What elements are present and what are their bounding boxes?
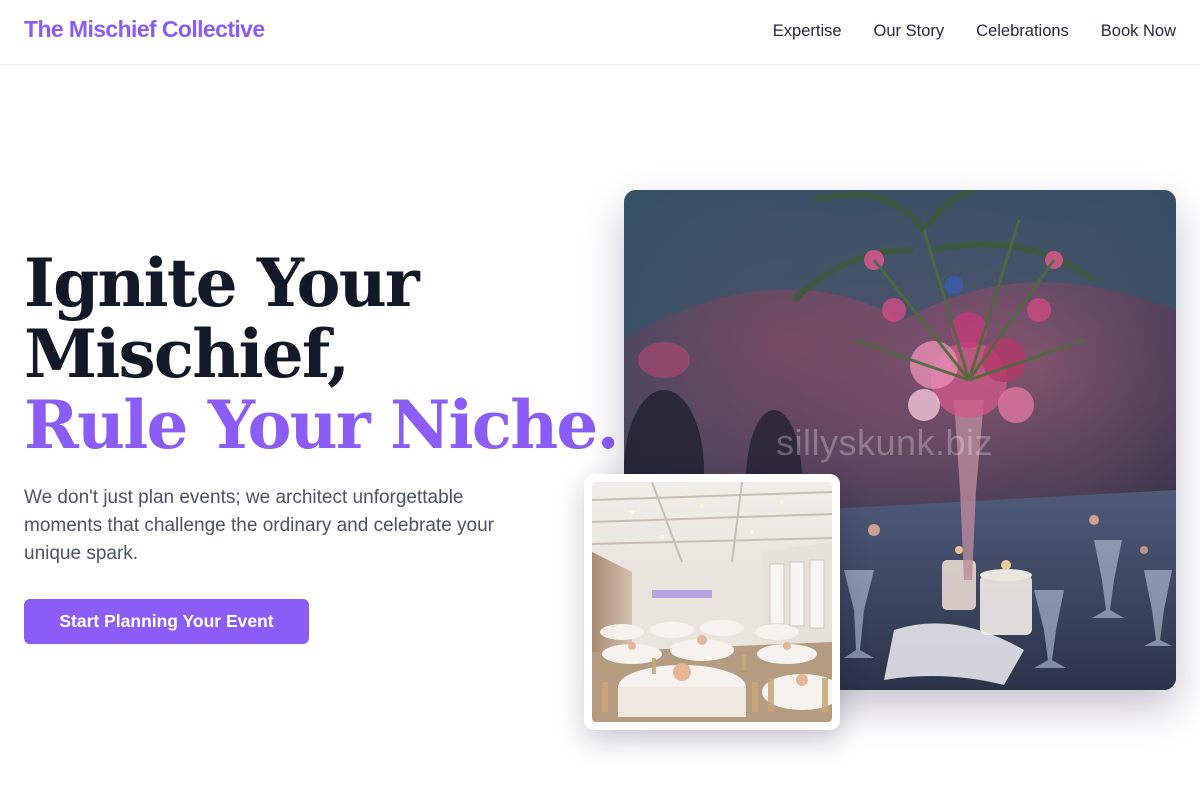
banquet-hall-photo [592,482,832,722]
nav-links: Expertise Our Story Celebrations Book No… [773,22,1176,41]
headline-line-1: Ignite Your [24,244,420,322]
headline-accent: Rule Your Niche. [24,386,620,464]
nav-link-our-story[interactable]: Our Story [874,22,945,41]
hero-headline: Ignite Your Mischief, Rule Your Niche. [24,244,620,464]
start-planning-button[interactable]: Start Planning Your Event [24,599,309,644]
nav-link-book-now[interactable]: Book Now [1101,22,1176,41]
nav-link-celebrations[interactable]: Celebrations [976,22,1069,41]
banquet-hall-card [584,474,840,730]
nav-link-expertise[interactable]: Expertise [773,22,842,41]
brand-logo[interactable]: The Mischief Collective [24,16,265,43]
hero-lead-text: We don't just plan events; we architect … [24,487,494,564]
image-watermark: sillyskunk.biz [776,422,994,463]
headline-line-2: Mischief, [24,315,350,393]
banquet-hall-illustration [592,482,832,722]
top-navbar: The Mischief Collective Expertise Our St… [0,0,1200,65]
